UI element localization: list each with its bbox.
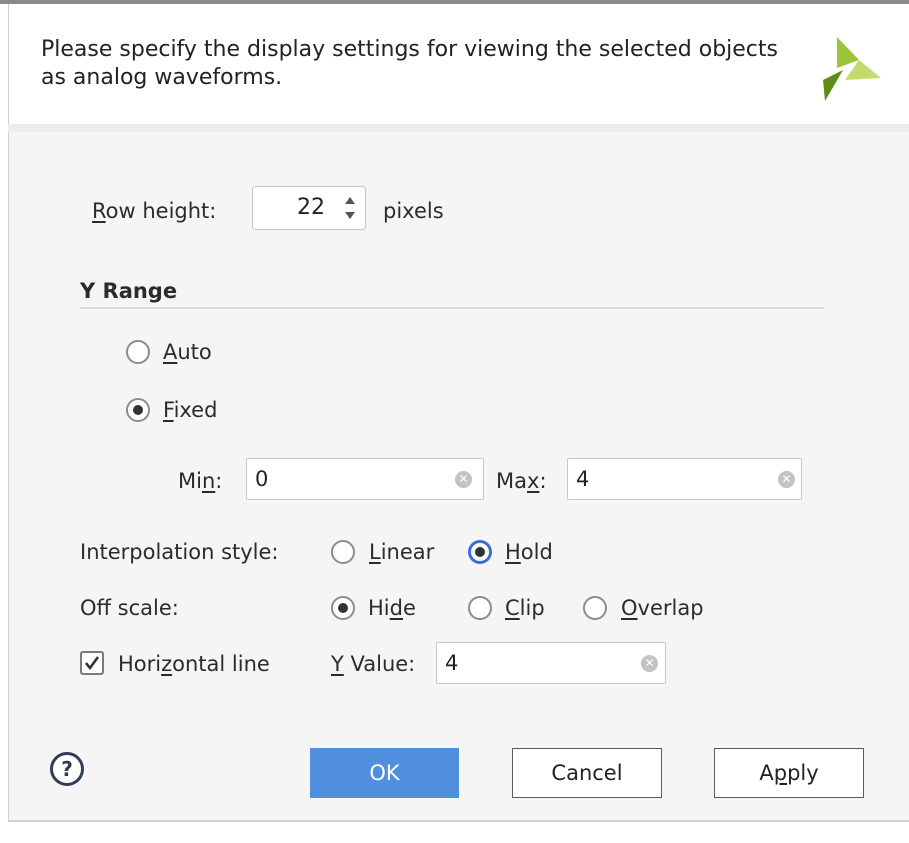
clip-radio[interactable]: [468, 596, 492, 620]
hide-radio[interactable]: [331, 596, 355, 620]
clear-min-icon[interactable]: ✕: [455, 471, 472, 488]
y-value-label: Y Value:: [331, 652, 416, 676]
apply-button[interactable]: Apply: [714, 748, 864, 798]
xilinx-logo-icon: [823, 37, 881, 101]
linear-radio[interactable]: [331, 540, 355, 564]
interpolation-label: Interpolation style:: [80, 540, 279, 564]
off-scale-label: Off scale:: [80, 596, 179, 620]
dialog-header: Please specify the display settings for …: [8, 4, 909, 124]
linear-radio-label[interactable]: Linear: [369, 539, 434, 565]
y-value-input[interactable]: 4 ✕: [436, 642, 666, 684]
row-height-unit: pixels: [383, 199, 444, 223]
max-input[interactable]: 4 ✕: [567, 458, 802, 500]
y-range-divider: [80, 307, 824, 309]
hold-radio[interactable]: [468, 540, 492, 564]
below-dialog-area: [0, 822, 909, 843]
min-label: Min:: [178, 469, 223, 493]
help-button[interactable]: ?: [50, 752, 84, 786]
clip-radio-label[interactable]: Clip: [505, 595, 545, 621]
auto-radio[interactable]: [126, 340, 150, 364]
ok-button[interactable]: OK: [310, 748, 459, 798]
horizontal-line-label[interactable]: Horizontal line: [118, 651, 270, 677]
dialog-message: Please specify the display settings for …: [41, 37, 778, 90]
spin-down-icon[interactable]: [343, 209, 357, 221]
cancel-button[interactable]: Cancel: [512, 748, 662, 798]
checkmark-icon: [84, 656, 100, 671]
hold-radio-label[interactable]: Hold: [505, 539, 553, 565]
row-height-spinner[interactable]: 22: [252, 186, 366, 230]
overlap-radio-label[interactable]: Overlap: [621, 595, 704, 621]
fixed-radio-label[interactable]: Fixed: [163, 397, 217, 423]
horizontal-line-checkbox[interactable]: [80, 651, 104, 675]
min-value[interactable]: 0: [255, 467, 268, 491]
auto-radio-label[interactable]: Auto: [163, 339, 212, 365]
max-label: Max:: [496, 469, 547, 493]
y-value-value[interactable]: 4: [445, 651, 458, 675]
clear-max-icon[interactable]: ✕: [778, 471, 795, 488]
row-height-value[interactable]: 22: [297, 195, 325, 220]
header-separator: [8, 124, 909, 132]
row-height-label: Row height:: [92, 199, 217, 223]
spin-up-icon[interactable]: [343, 195, 357, 207]
clear-y-value-icon[interactable]: ✕: [641, 655, 658, 672]
fixed-radio[interactable]: [126, 398, 150, 422]
overlap-radio[interactable]: [583, 596, 607, 620]
y-range-title: Y Range: [80, 279, 178, 303]
max-value[interactable]: 4: [576, 467, 589, 491]
min-input[interactable]: 0 ✕: [246, 458, 484, 500]
hide-radio-label[interactable]: Hide: [368, 595, 416, 621]
